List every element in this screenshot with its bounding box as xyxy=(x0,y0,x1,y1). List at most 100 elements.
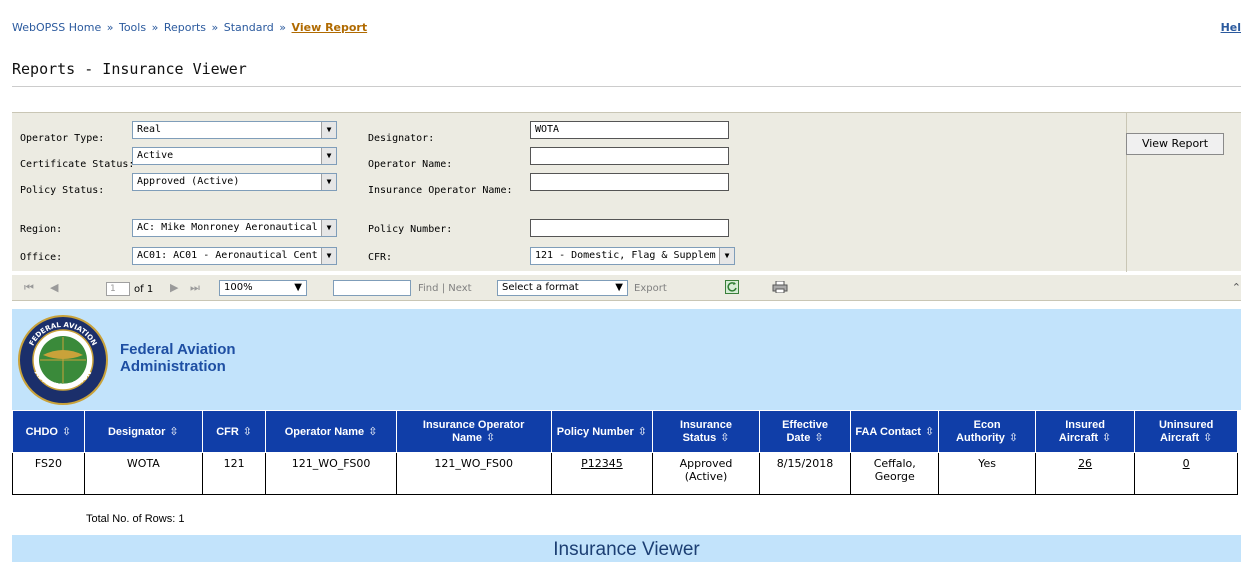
breadcrumb-standard[interactable]: Standard xyxy=(224,21,274,34)
cell-cfr: 121 xyxy=(201,452,267,495)
find-input[interactable] xyxy=(333,280,411,296)
cell-insured-aircraft-link[interactable]: 26 xyxy=(1034,452,1136,495)
find-divider: | xyxy=(441,283,446,294)
sort-icon[interactable]: ⇳ xyxy=(925,426,934,438)
column-header-insurance-status[interactable]: Insurance Status ⇳ xyxy=(652,410,760,453)
chevron-down-icon[interactable]: ▼ xyxy=(321,174,336,190)
operator-name-input[interactable] xyxy=(530,147,729,165)
next-link[interactable]: Next xyxy=(448,283,471,294)
breadcrumb-reports[interactable]: Reports xyxy=(164,21,206,34)
chevron-down-icon[interactable]: ▼ xyxy=(719,248,734,264)
total-rows-text: Total No. of Rows: 1 xyxy=(86,513,185,525)
column-header-econ-authority[interactable]: Econ Authority ⇳ xyxy=(938,410,1036,453)
sort-icon[interactable]: ⇳ xyxy=(1203,432,1212,444)
insurance-report-table: CHDO ⇳ Designator ⇳ CFR ⇳ Operator Name ⇳ In… xyxy=(12,410,1238,495)
breadcrumb-separator: » xyxy=(106,21,114,34)
insurance-operator-name-input[interactable] xyxy=(530,173,729,191)
column-header-chdo[interactable]: CHDO ⇳ xyxy=(12,410,85,453)
sort-icon[interactable]: ⇳ xyxy=(486,432,495,444)
cell-effective-date: 8/15/2018 xyxy=(758,452,852,495)
column-header-cfr[interactable]: CFR ⇳ xyxy=(201,410,267,453)
chevron-down-icon[interactable]: ▼ xyxy=(321,122,336,138)
column-header-operator-name[interactable]: Operator Name ⇳ xyxy=(265,410,397,453)
cell-policy-number-link[interactable]: P12345 xyxy=(550,452,654,495)
region-select[interactable]: AC: Mike Monroney Aeronautical ▼ xyxy=(132,219,337,237)
column-header-insurance-operator-name[interactable]: Insurance Operator Name ⇳ xyxy=(395,410,552,453)
next-page-icon[interactable]: ▶ xyxy=(170,281,178,294)
policy-status-value: Approved (Active) xyxy=(137,176,240,187)
operator-type-select[interactable]: Real ▼ xyxy=(132,121,337,139)
column-header-faa-contact[interactable]: FAA Contact ⇳ xyxy=(850,410,940,453)
export-link[interactable]: Export xyxy=(634,283,667,294)
operator-name-label: Operator Name: xyxy=(368,159,453,170)
cell-operator-name: 121_WO_FS00 xyxy=(265,452,397,495)
breadcrumb-separator: » xyxy=(279,21,287,34)
policy-status-select[interactable]: Approved (Active) ▼ xyxy=(132,173,337,191)
insurance-operator-name-label: Insurance Operator Name: xyxy=(368,185,513,196)
sort-icon[interactable]: ⇳ xyxy=(1009,432,1018,444)
sort-icon[interactable]: ⇳ xyxy=(368,426,377,438)
breadcrumb-separator: » xyxy=(211,21,219,34)
page-number-input[interactable]: 1 xyxy=(106,282,130,296)
cfr-value: 121 - Domestic, Flag & Supplem xyxy=(535,250,716,261)
report-footer-title: Insurance Viewer xyxy=(12,535,1241,562)
chevron-down-icon[interactable]: ▼ xyxy=(321,248,336,264)
column-header-uninsured-aircraft[interactable]: Uninsured Aircraft ⇳ xyxy=(1134,410,1238,453)
policy-number-label: Policy Number: xyxy=(368,224,453,235)
first-page-icon[interactable]: ⏮ xyxy=(24,281,34,295)
print-icon[interactable] xyxy=(772,280,788,294)
policy-number-input[interactable] xyxy=(530,219,729,237)
chevron-down-icon: ▼ xyxy=(615,282,623,293)
cell-econ-authority: Yes xyxy=(938,452,1036,495)
column-header-policy-number[interactable]: Policy Number ⇳ xyxy=(550,410,654,453)
table-header-row: CHDO ⇳ Designator ⇳ CFR ⇳ Operator Name ⇳ In… xyxy=(12,410,1238,453)
report-parameters-panel: Operator Type: Certificate Status: Polic… xyxy=(12,112,1241,272)
office-select[interactable]: AC01: AC01 - Aeronautical Cent ▼ xyxy=(132,247,337,265)
column-header-insured-aircraft[interactable]: Insured Aircraft ⇳ xyxy=(1034,410,1136,453)
breadcrumb-home[interactable]: WebOPSS Home xyxy=(12,21,101,34)
cfr-select[interactable]: 121 - Domestic, Flag & Supplem ▼ xyxy=(530,247,735,265)
cell-insurance-status: Approved (Active) xyxy=(652,452,760,495)
breadcrumb-tools[interactable]: Tools xyxy=(119,21,146,34)
sort-icon[interactable]: ⇳ xyxy=(243,426,252,438)
refresh-icon[interactable] xyxy=(725,280,739,294)
column-header-designator[interactable]: Designator ⇳ xyxy=(83,410,203,453)
export-format-value: Select a format xyxy=(502,282,579,293)
chevron-down-icon[interactable]: ▼ xyxy=(321,148,336,164)
certificate-status-label: Certificate Status: xyxy=(20,159,135,170)
cell-uninsured-aircraft-link[interactable]: 0 xyxy=(1134,452,1238,495)
region-label: Region: xyxy=(20,224,63,235)
view-report-button[interactable]: View Report xyxy=(1126,133,1224,155)
cell-designator: WOTA xyxy=(83,452,203,495)
cell-insurance-operator-name: 121_WO_FS00 xyxy=(395,452,552,495)
column-header-effective-date[interactable]: Effective Date ⇳ xyxy=(758,410,852,453)
organization-name-line2: Administration xyxy=(120,358,226,375)
find-link[interactable]: Find xyxy=(418,283,439,294)
office-value: AC01: AC01 - Aeronautical Cent xyxy=(137,250,318,261)
sort-icon[interactable]: ⇳ xyxy=(638,426,647,438)
certificate-status-select[interactable]: Active ▼ xyxy=(132,147,337,165)
export-format-select[interactable]: Select a format ▼ xyxy=(497,280,628,296)
cell-chdo: FS20 xyxy=(12,452,85,495)
sort-icon[interactable]: ⇳ xyxy=(169,426,178,438)
sort-icon[interactable]: ⇳ xyxy=(814,432,823,444)
sort-icon[interactable]: ⇳ xyxy=(62,426,71,438)
help-link[interactable]: Hel xyxy=(1221,21,1241,34)
table-row: FS20 WOTA 121 121_WO_FS00 121_WO_FS00 P1… xyxy=(12,452,1238,495)
operator-type-label: Operator Type: xyxy=(20,133,105,144)
cfr-label: CFR: xyxy=(368,252,393,263)
report-toolbar: ⏮ ◀ 1 of 1 ▶ ⏭ 100% ▼ Find | Next Select… xyxy=(12,275,1241,301)
sort-icon[interactable]: ⇳ xyxy=(720,432,729,444)
previous-page-icon[interactable]: ◀ xyxy=(50,281,58,294)
sort-icon[interactable]: ⇳ xyxy=(1102,432,1111,444)
collapse-icon[interactable]: ⌃ xyxy=(1232,281,1241,294)
zoom-select[interactable]: 100% ▼ xyxy=(219,280,307,296)
breadcrumb: WebOPSS Home » Tools » Reports » Standar… xyxy=(12,21,367,34)
chevron-down-icon[interactable]: ▼ xyxy=(321,220,336,236)
zoom-value: 100% xyxy=(224,282,253,293)
breadcrumb-current[interactable]: View Report xyxy=(292,21,368,34)
last-page-icon[interactable]: ⏭ xyxy=(190,281,200,295)
faa-seal-logo: FEDERAL AVIATION ADMINISTRATION xyxy=(18,315,108,405)
designator-input[interactable]: WOTA xyxy=(530,121,729,139)
policy-status-label: Policy Status: xyxy=(20,185,105,196)
